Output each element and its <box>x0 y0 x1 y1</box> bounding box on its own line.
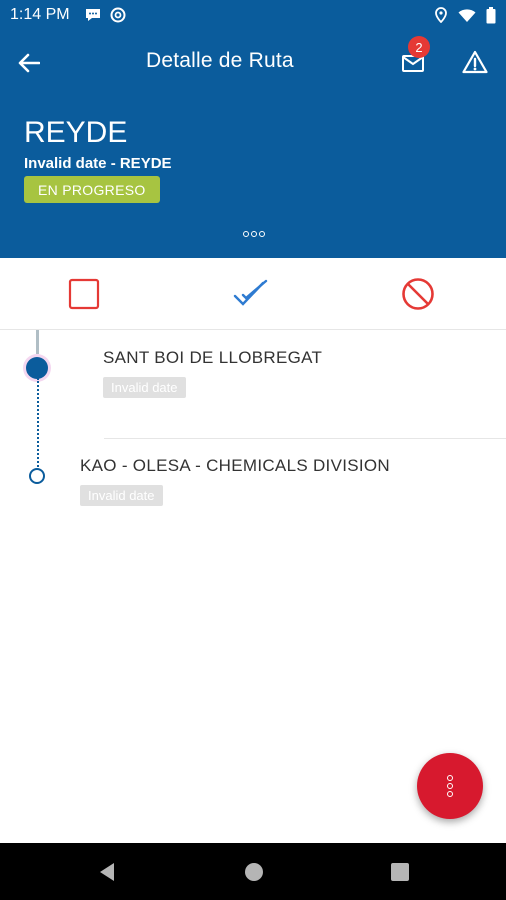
nav-back-button[interactable] <box>96 861 118 883</box>
block-icon <box>402 278 434 310</box>
route-subtitle: Invalid date - REYDE <box>24 155 172 172</box>
dot <box>243 231 249 237</box>
dot <box>447 791 453 797</box>
filter-bar <box>0 258 506 330</box>
battery-icon <box>486 6 496 23</box>
stop-divider <box>104 438 506 439</box>
wifi-icon <box>458 8 476 22</box>
back-button[interactable] <box>14 48 44 78</box>
recents-square-icon <box>391 863 409 881</box>
warning-triangle-icon <box>462 50 488 74</box>
stop-name: SANT BOI DE LLOBREGAT <box>103 348 323 367</box>
double-check-icon <box>233 279 268 306</box>
completed-filter-button[interactable] <box>233 276 269 312</box>
route-name: REYDE <box>24 116 128 149</box>
app-header: Detalle de Ruta 2 REYDE Invalid date - R… <box>0 30 506 258</box>
stop-date-badge: Invalid date <box>103 377 186 398</box>
expand-details-button[interactable] <box>240 226 268 242</box>
messages-count-badge: 2 <box>408 36 430 58</box>
timeline-line <box>36 330 39 354</box>
timeline-current-dot <box>26 357 48 379</box>
status-time: 1:14 PM <box>10 6 70 23</box>
nav-home-button[interactable] <box>243 861 265 883</box>
nav-recents-button[interactable] <box>389 861 411 883</box>
at-sign-icon <box>110 7 126 23</box>
location-icon <box>435 7 447 23</box>
status-bar: 1:14 PM <box>0 0 506 30</box>
more-actions-fab[interactable] <box>417 753 483 819</box>
timeline-pending-dot <box>29 468 45 484</box>
pending-filter-button[interactable] <box>66 276 102 312</box>
page-title: Detalle de Ruta <box>146 49 294 72</box>
stops-timeline: SANT BOI DE LLOBREGAT Invalid date KAO -… <box>0 330 506 530</box>
square-outline-icon <box>68 278 100 310</box>
dot <box>447 783 453 789</box>
timeline-dotted-line <box>37 378 39 474</box>
chat-bubble-icon <box>85 9 100 21</box>
stop-date-badge: Invalid date <box>80 485 163 506</box>
home-circle-icon <box>245 863 263 881</box>
dot <box>251 231 257 237</box>
stop-name: KAO - OLESA - CHEMICALS DIVISION <box>80 456 391 475</box>
status-right-icons <box>434 6 496 24</box>
route-status-badge: EN PROGRESO <box>24 176 160 203</box>
incident-button[interactable] <box>462 50 492 80</box>
dot <box>259 231 265 237</box>
arrow-left-icon <box>18 53 40 73</box>
navigation-bar <box>0 843 506 900</box>
dot <box>447 775 453 781</box>
toolbar: Detalle de Ruta 2 <box>0 30 506 94</box>
stop-item[interactable]: KAO - OLESA - CHEMICALS DIVISION Invalid… <box>80 456 390 506</box>
status-left-icons <box>84 7 126 23</box>
back-triangle-icon <box>100 863 114 881</box>
cancelled-filter-button[interactable] <box>400 276 436 312</box>
stop-item[interactable]: SANT BOI DE LLOBREGAT Invalid date <box>103 348 322 398</box>
